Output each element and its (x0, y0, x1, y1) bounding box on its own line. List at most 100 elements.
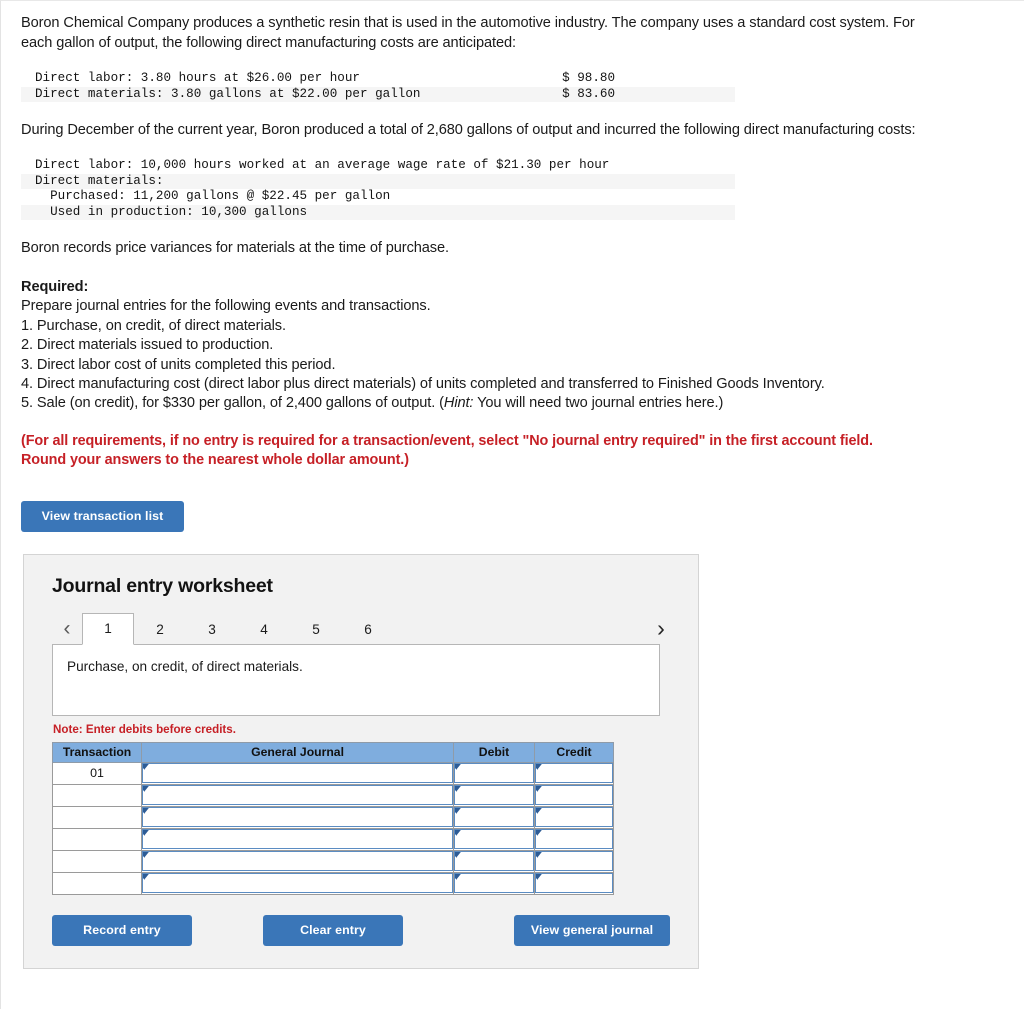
required-item-5-prefix: 5. Sale (on credit), for $330 per gallon… (21, 395, 444, 412)
question-content: Boron Chemical Company produces a synthe… (1, 1, 1024, 969)
standard-cost-amount: $ 98.80 (562, 71, 615, 85)
actual-cost-row: Purchased: 11,200 gallons @ $22.45 per g… (35, 189, 391, 203)
hint-label: Hint: (443, 395, 474, 412)
credit-cell[interactable] (534, 761, 614, 785)
standard-cost-row: Direct materials: 3.80 gallons at $22.00… (21, 86, 735, 102)
next-entry-chevron-icon[interactable]: › (646, 612, 676, 644)
debit-cell[interactable] (453, 849, 535, 873)
standard-cost-label: Direct labor: 3.80 hours at $26.00 per h… (35, 71, 360, 85)
column-header-debit: Debit (453, 741, 535, 763)
debit-input-1[interactable] (454, 763, 534, 784)
credit-cell[interactable] (534, 827, 614, 851)
column-header-credit: Credit (534, 741, 614, 763)
tab-entry-5[interactable]: 5 (290, 614, 342, 645)
column-header-general-journal: General Journal (141, 741, 454, 763)
standard-cost-label: Direct materials: 3.80 gallons at $22.00… (35, 86, 421, 101)
credit-cell[interactable] (534, 805, 614, 829)
actual-cost-block: Direct labor: 10,000 hours worked at an … (21, 158, 735, 220)
general-journal-cell[interactable] (141, 849, 454, 873)
credit-input-2[interactable] (535, 785, 613, 806)
standard-cost-amount: $ 83.60 (562, 86, 615, 101)
credit-cell[interactable] (534, 783, 614, 807)
credit-input-5[interactable] (535, 851, 613, 872)
variance-note-paragraph: Boron records price variances for materi… (21, 240, 449, 256)
credit-cell[interactable] (534, 849, 614, 873)
required-item-5: 5. Sale (on credit), for $330 per gallon… (21, 394, 1004, 413)
red-instruction-line-2: Round your answers to the nearest whole … (21, 452, 409, 469)
table-row (51, 849, 614, 873)
transaction-number-cell (51, 871, 143, 895)
account-select-4[interactable] (142, 829, 453, 850)
view-transaction-list-button[interactable]: View transaction list (21, 500, 184, 532)
actual-cost-row: Direct labor: 10,000 hours worked at an … (35, 158, 610, 172)
record-entry-button[interactable]: Record entry (52, 914, 192, 946)
debits-before-credits-note: Note: Enter debits before credits. (53, 722, 236, 736)
journal-entry-worksheet-panel: Journal entry worksheet ‹ 1 2 3 4 5 6 › … (23, 553, 699, 969)
worksheet-title: Journal entry worksheet (52, 574, 273, 597)
debit-cell[interactable] (453, 827, 535, 851)
table-row (51, 783, 614, 807)
actual-cost-row: Direct materials: (21, 173, 735, 189)
account-select-2[interactable] (142, 785, 453, 806)
credit-input-4[interactable] (535, 829, 613, 850)
actual-cost-row: Used in production: 10,300 gallons (21, 204, 735, 220)
tab-entry-1[interactable]: 1 (82, 612, 134, 645)
required-heading: Required: (21, 279, 89, 295)
required-item-1: 1. Purchase, on credit, of direct materi… (21, 317, 286, 334)
entry-description-text: Purchase, on credit, of direct materials… (67, 658, 303, 674)
tab-entry-6[interactable]: 6 (342, 614, 394, 645)
tab-entry-2[interactable]: 2 (134, 614, 186, 645)
tab-entry-4[interactable]: 4 (238, 614, 290, 645)
account-select-1[interactable] (142, 763, 453, 784)
worksheet-tabbar: ‹ 1 2 3 4 5 6 › (52, 612, 676, 645)
tab-entry-3[interactable]: 3 (186, 614, 238, 645)
debit-cell[interactable] (453, 783, 535, 807)
required-item-5-suffix: You will need two journal entries here.) (473, 395, 724, 412)
general-journal-cell[interactable] (141, 805, 454, 829)
debit-cell[interactable] (453, 761, 535, 785)
general-journal-cell[interactable] (141, 783, 454, 807)
table-header-row: Transaction General Journal Debit Credit (51, 741, 614, 763)
journal-entry-table: Transaction General Journal Debit Credit… (51, 741, 614, 895)
general-journal-cell[interactable] (141, 761, 454, 785)
general-journal-cell[interactable] (141, 871, 454, 895)
credit-cell[interactable] (534, 871, 614, 895)
transaction-number-cell (51, 849, 143, 873)
transaction-number-cell (51, 783, 143, 807)
required-item-2: 2. Direct materials issued to production… (21, 337, 274, 354)
debit-cell[interactable] (453, 871, 535, 895)
debit-input-4[interactable] (454, 829, 534, 850)
prev-entry-chevron-icon[interactable]: ‹ (52, 613, 82, 645)
account-select-6[interactable] (142, 873, 453, 894)
credit-input-1[interactable] (535, 763, 613, 784)
transaction-number-cell (51, 827, 143, 851)
red-instruction: (For all requirements, if no entry is re… (21, 432, 956, 471)
debit-input-2[interactable] (454, 785, 534, 806)
entry-description-box: Purchase, on credit, of direct materials… (52, 643, 660, 716)
worksheet-action-bar: Record entry Clear entry View general jo… (52, 914, 670, 946)
required-item-3: 3. Direct labor cost of units completed … (21, 356, 336, 373)
required-intro: Prepare journal entries for the followin… (21, 298, 431, 315)
standard-cost-row: Direct labor: 3.80 hours at $26.00 per h… (21, 71, 735, 87)
account-select-3[interactable] (142, 807, 453, 828)
actual-costs-paragraph: During December of the current year, Bor… (21, 122, 916, 138)
debit-input-5[interactable] (454, 851, 534, 872)
credit-input-3[interactable] (535, 807, 613, 828)
intro-paragraph: Boron Chemical Company produces a synthe… (21, 15, 915, 51)
transaction-number-cell: 01 (51, 761, 143, 785)
debit-input-3[interactable] (454, 807, 534, 828)
transaction-number-cell (51, 805, 143, 829)
question-page: Boron Chemical Company produces a synthe… (0, 0, 1024, 1009)
view-general-journal-button[interactable]: View general journal (514, 914, 670, 946)
table-row: 01 (51, 761, 614, 785)
credit-input-6[interactable] (535, 873, 613, 894)
table-row (51, 871, 614, 895)
general-journal-cell[interactable] (141, 827, 454, 851)
table-row (51, 805, 614, 829)
required-item-4: 4. Direct manufacturing cost (direct lab… (21, 376, 825, 393)
account-select-5[interactable] (142, 851, 453, 872)
standard-cost-block: Direct labor: 3.80 hours at $26.00 per h… (21, 71, 735, 102)
debit-cell[interactable] (453, 805, 535, 829)
debit-input-6[interactable] (454, 873, 534, 894)
clear-entry-button[interactable]: Clear entry (263, 914, 403, 946)
